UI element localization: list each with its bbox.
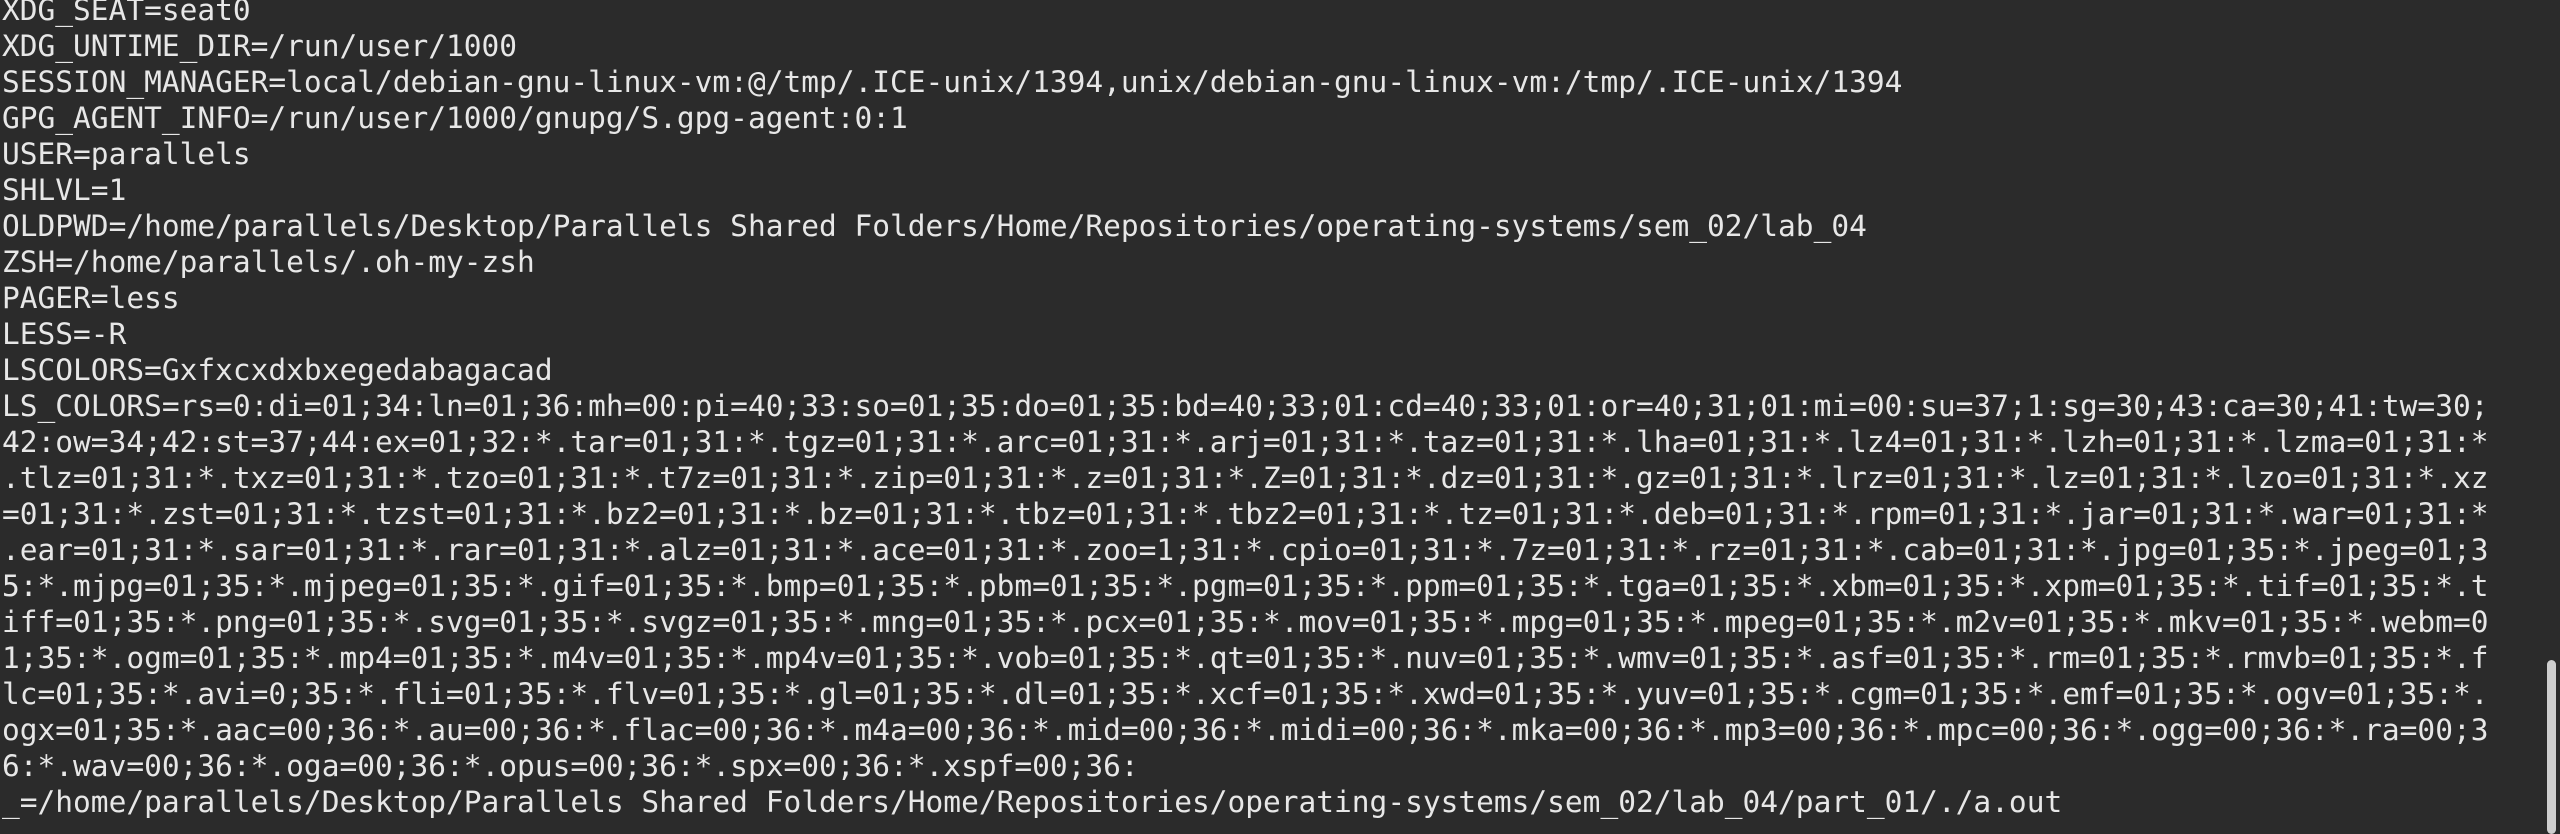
vertical-scrollbar[interactable]	[2540, 0, 2560, 834]
terminal-line: XDG_SEAT=seat0	[2, 0, 251, 27]
scrollbar-thumb[interactable]	[2547, 660, 2556, 834]
terminal-line: SHLVL=1	[2, 173, 127, 207]
terminal-line: lc=01;35:*.avi=0;35:*.fli=01;35:*.flv=01…	[2, 677, 2489, 711]
terminal-line: GPG_AGENT_INFO=/run/user/1000/gnupg/S.gp…	[2, 101, 908, 135]
terminal-lines: XDG_SEAT=seat0 XDG_UNTIME_DIR=/run/user/…	[0, 0, 2488, 820]
terminal-line: 6:*.wav=00;36:*.oga=00;36:*.opus=00;36:*…	[2, 749, 1139, 783]
terminal-line: XDG_UNTIME_DIR=/run/user/1000	[2, 29, 518, 63]
terminal-line: ZSH=/home/parallels/.oh-my-zsh	[2, 245, 535, 279]
terminal-line: OLDPWD=/home/parallels/Desktop/Parallels…	[2, 209, 1867, 243]
terminal-line: 5:*.mjpg=01;35:*.mjpeg=01;35:*.gif=01;35…	[2, 569, 2489, 603]
terminal-line: 42:ow=34;42:st=37;44:ex=01;32:*.tar=01;3…	[2, 425, 2489, 459]
terminal-line: LSCOLORS=Gxfxcxdxbxegedabagacad	[2, 353, 553, 387]
terminal-line: PAGER=less	[2, 281, 180, 315]
terminal-line: LESS=-R	[2, 317, 127, 351]
terminal-line: 1;35:*.ogm=01;35:*.mp4=01;35:*.m4v=01;35…	[2, 641, 2489, 675]
terminal-output[interactable]: XDG_SEAT=seat0 XDG_UNTIME_DIR=/run/user/…	[0, 0, 2540, 834]
terminal-line: SESSION_MANAGER=local/debian-gnu-linux-v…	[2, 65, 1903, 99]
terminal-line: .ear=01;31:*.sar=01;31:*.rar=01;31:*.alz…	[2, 533, 2489, 567]
terminal-line: =01;31:*.zst=01;31:*.tzst=01;31:*.bz2=01…	[2, 497, 2489, 531]
terminal-line: _=/home/parallels/Desktop/Parallels Shar…	[2, 785, 2063, 819]
terminal-line: LS_COLORS=rs=0:di=01;34:ln=01;36:mh=00:p…	[2, 389, 2489, 423]
terminal-line: iff=01;35:*.png=01;35:*.svg=01;35:*.svgz…	[2, 605, 2489, 639]
terminal-line: USER=parallels	[2, 137, 251, 171]
terminal-line: ogx=01;35:*.aac=00;36:*.au=00;36:*.flac=…	[2, 713, 2489, 747]
terminal-line: .tlz=01;31:*.txz=01;31:*.tzo=01;31:*.t7z…	[2, 461, 2489, 495]
